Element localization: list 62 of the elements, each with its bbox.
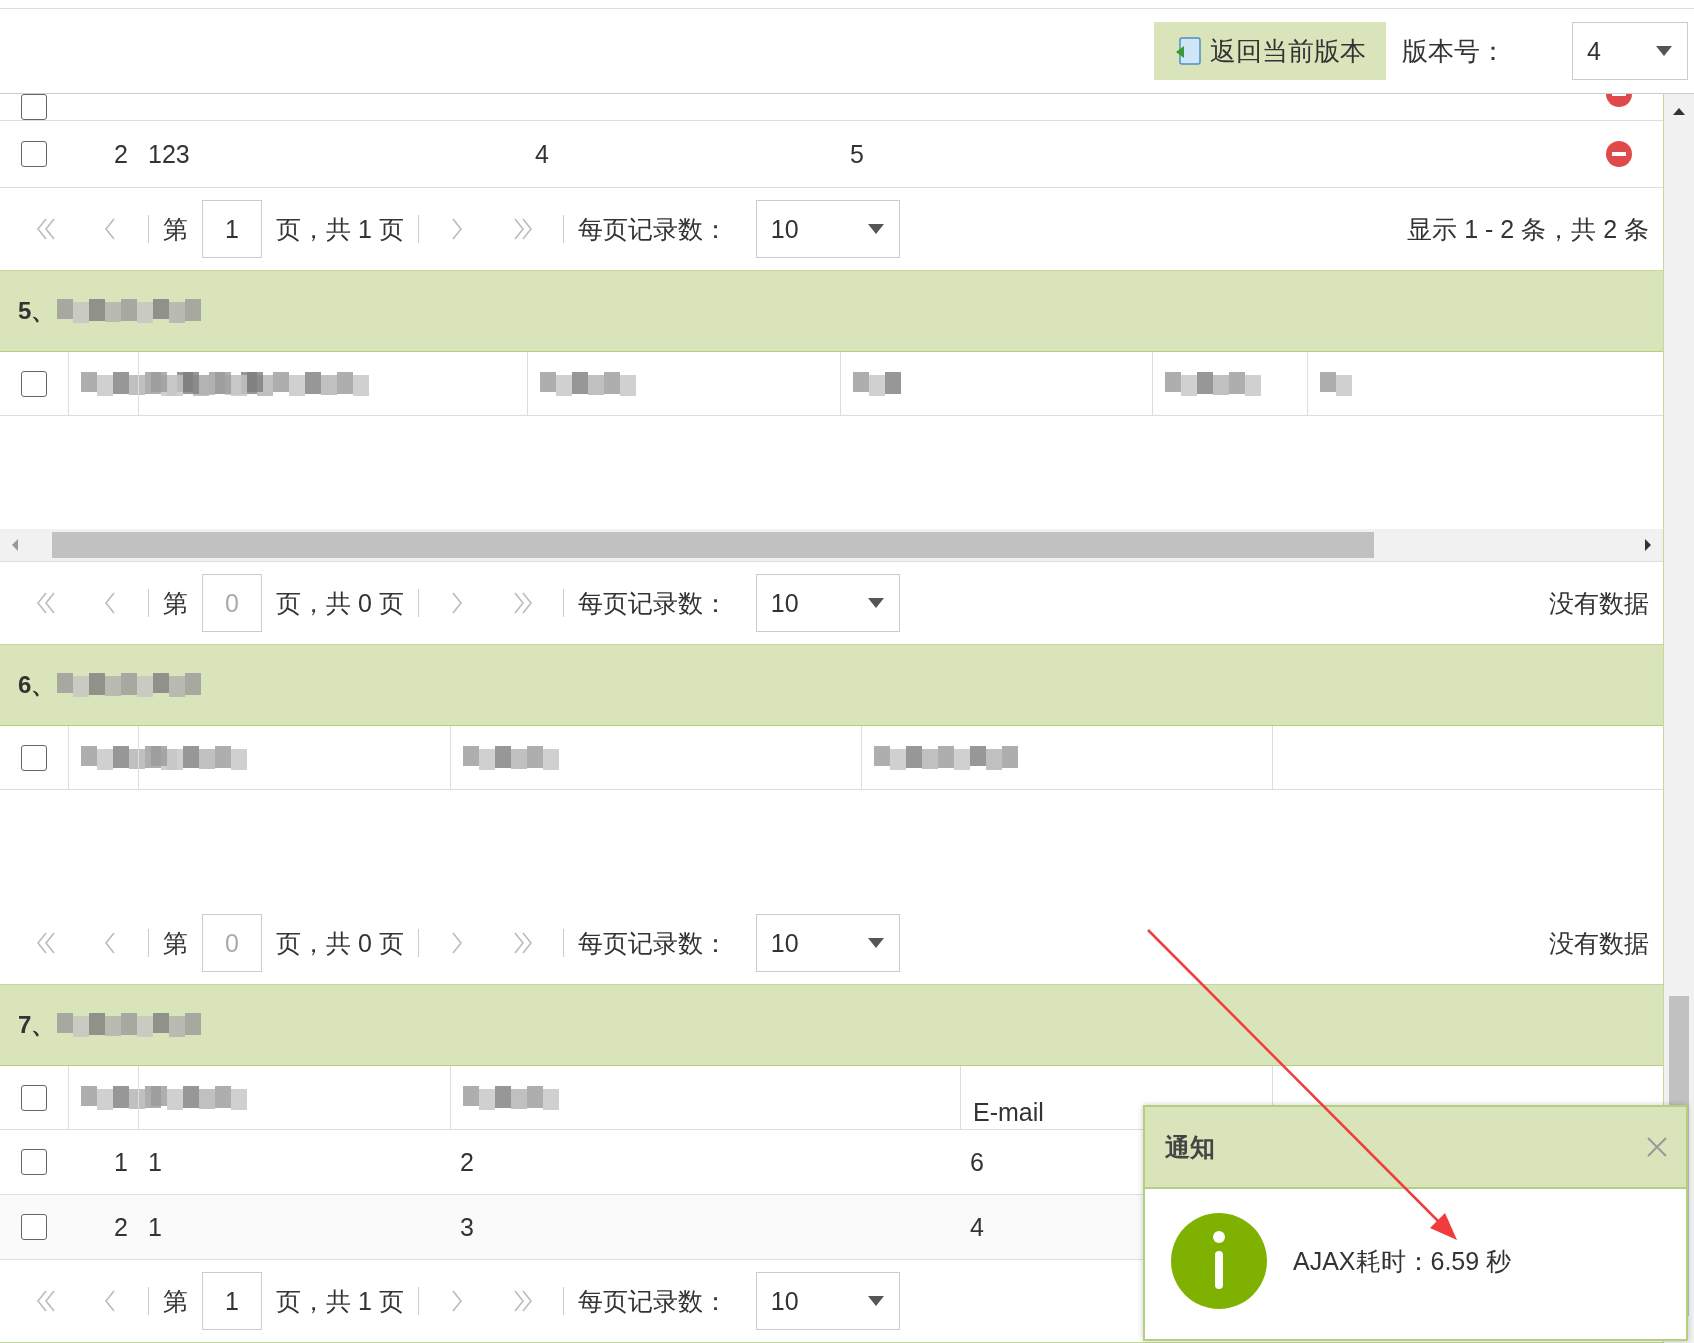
page-label: 第 — [163, 1285, 188, 1317]
table-cell-text: 3 — [459, 1212, 475, 1242]
version-select[interactable]: 4 — [1572, 22, 1688, 80]
page-size-label: 每页记录数： — [577, 1285, 728, 1317]
page-total: 页，共 1 页 — [276, 1285, 404, 1317]
scroll-left-icon[interactable] — [10, 538, 20, 552]
table-cell-text: 1 — [147, 1147, 163, 1177]
scroll-right-icon[interactable] — [1643, 538, 1653, 552]
page-size-select[interactable]: 10 — [755, 914, 900, 972]
table-cell-text: 6 — [969, 1147, 985, 1177]
section-title: 7、 — [18, 1010, 56, 1040]
column-header: E-mail — [973, 1098, 1044, 1127]
pager-summary: 没有数据 — [1549, 927, 1649, 959]
page-label: 第 — [163, 587, 188, 619]
page-input[interactable]: 1 — [202, 1272, 262, 1330]
checkbox[interactable] — [21, 1214, 47, 1240]
page-total: 页，共 0 页 — [276, 587, 404, 619]
page-size-label: 每页记录数： — [577, 927, 728, 959]
page-size-select[interactable]: 10 — [755, 574, 900, 632]
caret-icon — [866, 937, 885, 949]
section-title: 5、 — [18, 296, 56, 326]
caret-icon — [866, 1295, 885, 1307]
version-label: 版本号： — [1402, 34, 1506, 68]
page-input[interactable]: 1 — [202, 200, 262, 258]
page-size-label: 每页记录数： — [577, 213, 728, 245]
page-label: 第 — [163, 213, 188, 245]
page-size-label: 每页记录数： — [577, 587, 728, 619]
table-cell-text: 4 — [969, 1212, 985, 1242]
horizontal-scrollbar[interactable] — [0, 529, 1663, 562]
notification-message: AJAX耗时：6.59 秒 — [1293, 1245, 1512, 1277]
page-label: 第 — [163, 927, 188, 959]
checkbox[interactable] — [21, 141, 47, 167]
pager-summary: 没有数据 — [1549, 587, 1649, 619]
table-cell-text: 4 — [534, 139, 550, 169]
checkbox[interactable] — [21, 1149, 47, 1175]
scroll-up-icon[interactable] — [1672, 106, 1686, 116]
table-cell-text: 1 — [147, 1212, 163, 1242]
remove-icon[interactable] — [1605, 140, 1633, 168]
row-number: 1 — [113, 1147, 129, 1177]
page-total: 页，共 0 页 — [276, 927, 404, 959]
page-size-select[interactable]: 10 — [755, 1272, 900, 1330]
section-title: 6、 — [18, 670, 56, 700]
notification-title: 通知 — [1165, 1131, 1215, 1163]
checkbox[interactable] — [21, 370, 47, 397]
table-cell-text: 5 — [849, 139, 865, 169]
row-number: 2 — [113, 139, 129, 169]
table-cell-text: 2 — [459, 1147, 475, 1177]
pager-summary: 显示 1 - 2 条，共 2 条 — [1407, 213, 1649, 245]
restore-version-button[interactable]: 返回当前版本 — [1154, 22, 1386, 80]
row-number: 2 — [113, 1212, 129, 1242]
caret-icon — [866, 597, 885, 609]
checkbox[interactable] — [21, 744, 47, 771]
checkbox[interactable] — [21, 94, 47, 120]
caret-icon — [866, 223, 885, 235]
checkbox[interactable] — [21, 1084, 47, 1111]
page-size-select[interactable]: 10 — [755, 200, 900, 258]
info-icon — [1171, 1213, 1267, 1309]
page-total: 页，共 1 页 — [276, 213, 404, 245]
document-icon — [1174, 36, 1202, 66]
close-icon[interactable] — [1646, 1136, 1668, 1158]
table-cell-text: 123 — [147, 139, 191, 169]
caret-icon — [1655, 45, 1673, 57]
